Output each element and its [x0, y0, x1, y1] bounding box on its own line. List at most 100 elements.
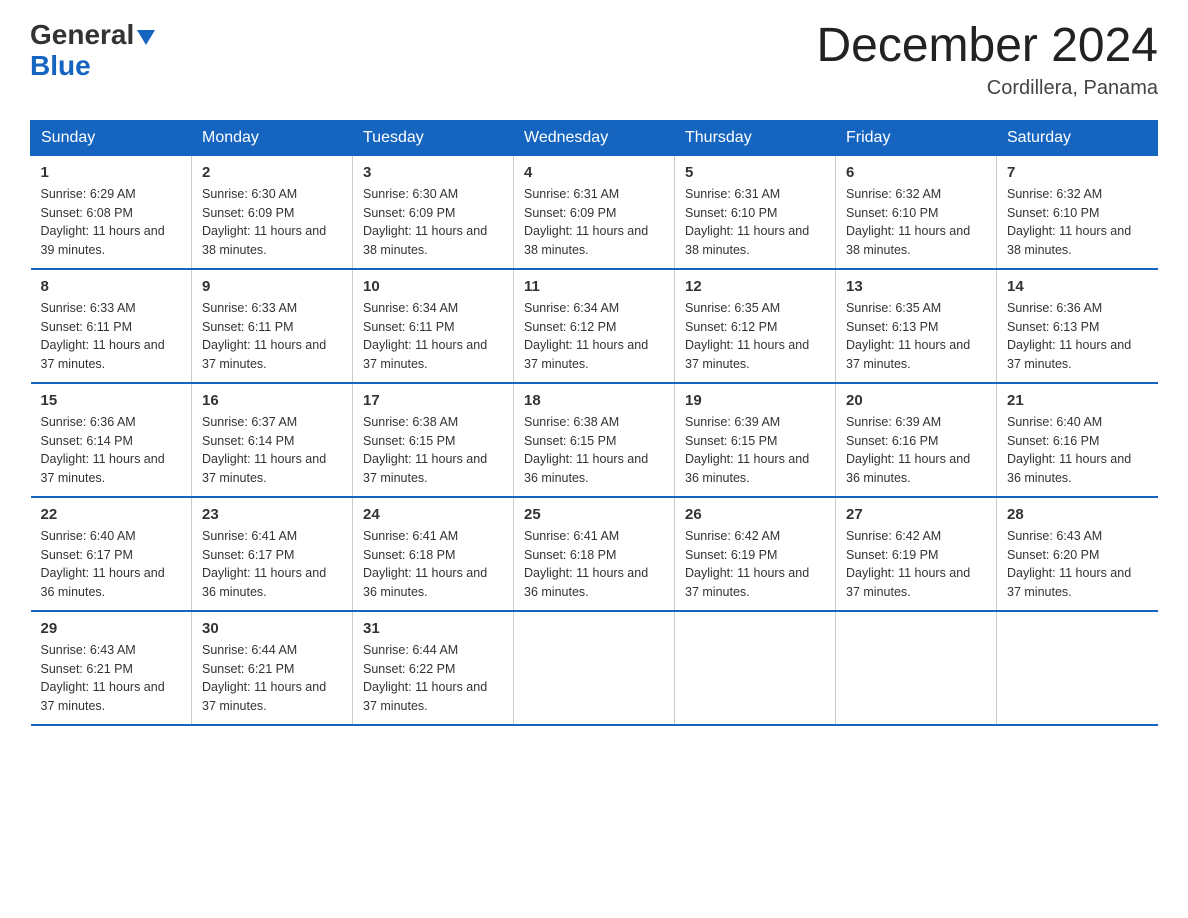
day-number: 9 [202, 278, 342, 295]
daylight-label: Daylight: 11 hours and 36 minutes. [1007, 452, 1131, 485]
day-info: Sunrise: 6:39 AM Sunset: 6:16 PM Dayligh… [846, 413, 986, 488]
day-number: 26 [685, 506, 825, 523]
sunset-label: Sunset: 6:13 PM [846, 320, 938, 334]
day-number: 3 [363, 164, 503, 181]
day-number: 18 [524, 392, 664, 409]
sunset-label: Sunset: 6:16 PM [1007, 434, 1099, 448]
sunset-label: Sunset: 6:10 PM [1007, 206, 1099, 220]
day-info: Sunrise: 6:42 AM Sunset: 6:19 PM Dayligh… [846, 527, 986, 602]
sunrise-label: Sunrise: 6:43 AM [41, 643, 136, 657]
day-info: Sunrise: 6:36 AM Sunset: 6:13 PM Dayligh… [1007, 299, 1148, 374]
table-row [514, 611, 675, 725]
logo: General Blue [30, 20, 155, 82]
daylight-label: Daylight: 11 hours and 38 minutes. [1007, 224, 1131, 257]
sunrise-label: Sunrise: 6:31 AM [685, 187, 780, 201]
daylight-label: Daylight: 11 hours and 37 minutes. [41, 338, 165, 371]
sunrise-label: Sunrise: 6:38 AM [524, 415, 619, 429]
day-number: 28 [1007, 506, 1148, 523]
daylight-label: Daylight: 11 hours and 37 minutes. [363, 452, 487, 485]
sunset-label: Sunset: 6:17 PM [202, 548, 294, 562]
sunrise-label: Sunrise: 6:39 AM [846, 415, 941, 429]
day-number: 13 [846, 278, 986, 295]
sunrise-label: Sunrise: 6:41 AM [363, 529, 458, 543]
day-info: Sunrise: 6:40 AM Sunset: 6:16 PM Dayligh… [1007, 413, 1148, 488]
day-info: Sunrise: 6:32 AM Sunset: 6:10 PM Dayligh… [1007, 185, 1148, 260]
daylight-label: Daylight: 11 hours and 37 minutes. [202, 680, 326, 713]
sunset-label: Sunset: 6:20 PM [1007, 548, 1099, 562]
daylight-label: Daylight: 11 hours and 37 minutes. [363, 680, 487, 713]
day-info: Sunrise: 6:44 AM Sunset: 6:22 PM Dayligh… [363, 641, 503, 716]
day-number: 5 [685, 164, 825, 181]
day-info: Sunrise: 6:34 AM Sunset: 6:11 PM Dayligh… [363, 299, 503, 374]
day-info: Sunrise: 6:31 AM Sunset: 6:09 PM Dayligh… [524, 185, 664, 260]
sunset-label: Sunset: 6:15 PM [685, 434, 777, 448]
sunrise-label: Sunrise: 6:35 AM [846, 301, 941, 315]
sunrise-label: Sunrise: 6:42 AM [685, 529, 780, 543]
table-row: 9 Sunrise: 6:33 AM Sunset: 6:11 PM Dayli… [192, 269, 353, 383]
day-number: 30 [202, 620, 342, 637]
day-info: Sunrise: 6:38 AM Sunset: 6:15 PM Dayligh… [524, 413, 664, 488]
sunrise-label: Sunrise: 6:30 AM [202, 187, 297, 201]
daylight-label: Daylight: 11 hours and 36 minutes. [524, 566, 648, 599]
day-info: Sunrise: 6:29 AM Sunset: 6:08 PM Dayligh… [41, 185, 182, 260]
sunset-label: Sunset: 6:10 PM [685, 206, 777, 220]
sunrise-label: Sunrise: 6:34 AM [524, 301, 619, 315]
calendar-week-row: 22 Sunrise: 6:40 AM Sunset: 6:17 PM Dayl… [31, 497, 1158, 611]
day-number: 11 [524, 278, 664, 295]
daylight-label: Daylight: 11 hours and 38 minutes. [524, 224, 648, 257]
sunrise-label: Sunrise: 6:41 AM [524, 529, 619, 543]
calendar-table: Sunday Monday Tuesday Wednesday Thursday… [30, 120, 1158, 726]
sunset-label: Sunset: 6:11 PM [41, 320, 133, 334]
day-number: 1 [41, 164, 182, 181]
day-info: Sunrise: 6:32 AM Sunset: 6:10 PM Dayligh… [846, 185, 986, 260]
day-info: Sunrise: 6:43 AM Sunset: 6:20 PM Dayligh… [1007, 527, 1148, 602]
daylight-label: Daylight: 11 hours and 38 minutes. [846, 224, 970, 257]
table-row: 21 Sunrise: 6:40 AM Sunset: 6:16 PM Dayl… [997, 383, 1158, 497]
sunset-label: Sunset: 6:19 PM [846, 548, 938, 562]
daylight-label: Daylight: 11 hours and 37 minutes. [685, 566, 809, 599]
table-row: 17 Sunrise: 6:38 AM Sunset: 6:15 PM Dayl… [353, 383, 514, 497]
sunset-label: Sunset: 6:09 PM [524, 206, 616, 220]
sunset-label: Sunset: 6:08 PM [41, 206, 133, 220]
day-number: 25 [524, 506, 664, 523]
table-row: 20 Sunrise: 6:39 AM Sunset: 6:16 PM Dayl… [836, 383, 997, 497]
logo-top-line: General [30, 20, 155, 51]
table-row: 31 Sunrise: 6:44 AM Sunset: 6:22 PM Dayl… [353, 611, 514, 725]
col-wednesday: Wednesday [514, 120, 675, 155]
calendar-header-row: Sunday Monday Tuesday Wednesday Thursday… [31, 120, 1158, 155]
daylight-label: Daylight: 11 hours and 38 minutes. [685, 224, 809, 257]
table-row: 14 Sunrise: 6:36 AM Sunset: 6:13 PM Dayl… [997, 269, 1158, 383]
day-info: Sunrise: 6:31 AM Sunset: 6:10 PM Dayligh… [685, 185, 825, 260]
sunrise-label: Sunrise: 6:37 AM [202, 415, 297, 429]
table-row: 22 Sunrise: 6:40 AM Sunset: 6:17 PM Dayl… [31, 497, 192, 611]
table-row: 26 Sunrise: 6:42 AM Sunset: 6:19 PM Dayl… [675, 497, 836, 611]
daylight-label: Daylight: 11 hours and 37 minutes. [41, 680, 165, 713]
sunrise-label: Sunrise: 6:33 AM [41, 301, 136, 315]
daylight-label: Daylight: 11 hours and 36 minutes. [846, 452, 970, 485]
day-info: Sunrise: 6:41 AM Sunset: 6:17 PM Dayligh… [202, 527, 342, 602]
sunset-label: Sunset: 6:18 PM [524, 548, 616, 562]
sunset-label: Sunset: 6:18 PM [363, 548, 455, 562]
daylight-label: Daylight: 11 hours and 38 minutes. [363, 224, 487, 257]
day-number: 22 [41, 506, 182, 523]
table-row: 16 Sunrise: 6:37 AM Sunset: 6:14 PM Dayl… [192, 383, 353, 497]
day-info: Sunrise: 6:38 AM Sunset: 6:15 PM Dayligh… [363, 413, 503, 488]
day-number: 12 [685, 278, 825, 295]
daylight-label: Daylight: 11 hours and 37 minutes. [202, 338, 326, 371]
table-row: 18 Sunrise: 6:38 AM Sunset: 6:15 PM Dayl… [514, 383, 675, 497]
day-info: Sunrise: 6:41 AM Sunset: 6:18 PM Dayligh… [363, 527, 503, 602]
table-row: 23 Sunrise: 6:41 AM Sunset: 6:17 PM Dayl… [192, 497, 353, 611]
table-row: 19 Sunrise: 6:39 AM Sunset: 6:15 PM Dayl… [675, 383, 836, 497]
day-info: Sunrise: 6:36 AM Sunset: 6:14 PM Dayligh… [41, 413, 182, 488]
daylight-label: Daylight: 11 hours and 37 minutes. [363, 338, 487, 371]
daylight-label: Daylight: 11 hours and 36 minutes. [41, 566, 165, 599]
daylight-label: Daylight: 11 hours and 39 minutes. [41, 224, 165, 257]
day-info: Sunrise: 6:35 AM Sunset: 6:13 PM Dayligh… [846, 299, 986, 374]
calendar-week-row: 8 Sunrise: 6:33 AM Sunset: 6:11 PM Dayli… [31, 269, 1158, 383]
day-number: 29 [41, 620, 182, 637]
calendar-week-row: 15 Sunrise: 6:36 AM Sunset: 6:14 PM Dayl… [31, 383, 1158, 497]
col-thursday: Thursday [675, 120, 836, 155]
day-info: Sunrise: 6:35 AM Sunset: 6:12 PM Dayligh… [685, 299, 825, 374]
table-row: 13 Sunrise: 6:35 AM Sunset: 6:13 PM Dayl… [836, 269, 997, 383]
sunset-label: Sunset: 6:16 PM [846, 434, 938, 448]
